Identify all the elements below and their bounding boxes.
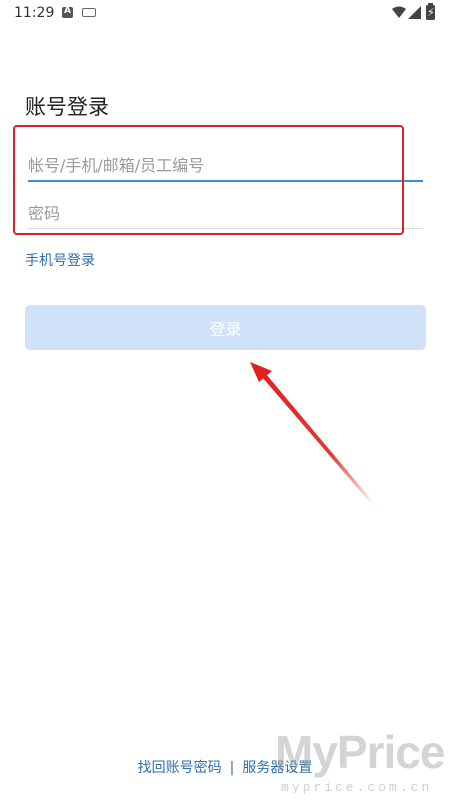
notification-a-icon [62, 6, 73, 18]
signal-icon [408, 6, 421, 19]
footer-separator: | [229, 760, 235, 776]
retrieve-password-link[interactable]: 找回账号密码 [138, 760, 222, 776]
page-title: 账号登录 [25, 95, 109, 119]
wifi-icon [392, 6, 406, 18]
arrow-head [250, 362, 272, 382]
password-input[interactable] [28, 198, 423, 228]
status-time: 11:29 [14, 5, 55, 21]
phone-login-link[interactable]: 手机号登录 [25, 250, 95, 270]
status-bar: 11:29 ⚡ [0, 0, 450, 26]
account-input[interactable] [28, 150, 423, 180]
password-input-underline [28, 228, 423, 229]
keyboard-icon [82, 8, 96, 17]
watermark-url: myprice.com.cn [281, 780, 433, 795]
account-input-underline [28, 180, 423, 182]
login-button[interactable]: 登录 [25, 305, 426, 350]
battery-charging-icon: ⚡ [426, 3, 435, 20]
watermark-logo: MyPrice [275, 726, 445, 778]
